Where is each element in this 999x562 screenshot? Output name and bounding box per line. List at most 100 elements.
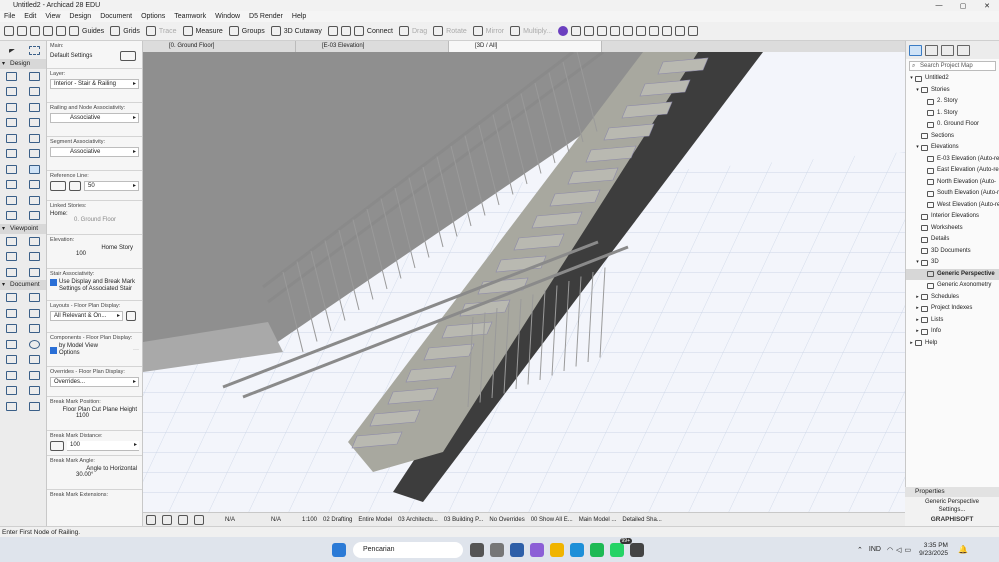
- menu-file[interactable]: File: [4, 13, 15, 20]
- polyline-tool-icon[interactable]: [0, 368, 23, 384]
- renovation-filter[interactable]: 00 Show All E...: [531, 517, 573, 523]
- home-icon[interactable]: [4, 26, 14, 36]
- menu-help[interactable]: Help: [292, 13, 306, 20]
- railing-settings-icon[interactable]: [120, 51, 136, 61]
- camera-icon[interactable]: [597, 26, 608, 36]
- fill-tool-icon[interactable]: [0, 399, 23, 415]
- pen-set[interactable]: 03 Architectu...: [398, 517, 438, 523]
- find-icon[interactable]: [340, 26, 351, 36]
- reference-offset-icon[interactable]: [69, 181, 81, 191]
- whatsapp-icon[interactable]: 99+: [610, 537, 632, 557]
- maximize-button[interactable]: ▢: [951, 2, 975, 10]
- system-tray-up-icon[interactable]: ⌃: [857, 546, 863, 554]
- circle-tool-icon[interactable]: [23, 337, 46, 353]
- groups-button[interactable]: Groups: [228, 26, 265, 36]
- menu-edit[interactable]: Edit: [24, 13, 36, 20]
- project-map-search[interactable]: Search Project Map: [909, 61, 996, 71]
- checkmark-icon[interactable]: [610, 26, 621, 36]
- railing-associativity-dropdown[interactable]: Associative: [50, 113, 139, 123]
- structure-filter[interactable]: Entire Model: [358, 517, 392, 523]
- publisher-icon[interactable]: [957, 44, 970, 56]
- 3d-style[interactable]: Detailed Sha...: [622, 517, 661, 523]
- project-map-item[interactable]: East Elevation (Auto-re: [906, 165, 999, 177]
- marquee-tool-icon[interactable]: [23, 43, 46, 59]
- angle-dimension-tool-icon[interactable]: [23, 306, 46, 322]
- expand-caret-icon[interactable]: ▾: [914, 142, 921, 154]
- label-tool-icon[interactable]: [23, 321, 46, 337]
- properties-header[interactable]: Properties: [905, 487, 999, 497]
- shell-tool-icon[interactable]: [0, 146, 23, 162]
- project-map-item[interactable]: South Elevation (Auto-r: [906, 188, 999, 200]
- undo-icon[interactable]: [17, 26, 27, 36]
- collapse-caret-icon[interactable]: ▸: [908, 338, 915, 350]
- windows-start-icon[interactable]: [332, 542, 346, 557]
- menu-window[interactable]: Window: [215, 13, 240, 20]
- slab-tool-icon[interactable]: [0, 100, 23, 116]
- inject-icon[interactable]: [56, 26, 66, 36]
- close-button[interactable]: ✕: [975, 2, 999, 10]
- redo-icon[interactable]: [30, 26, 40, 36]
- multiply-button[interactable]: Multiply...: [510, 26, 552, 36]
- spline-tool-icon[interactable]: [23, 368, 46, 384]
- expand-caret-icon[interactable]: ▾: [908, 73, 915, 85]
- layer-dropdown[interactable]: Interior - Stair & Railing: [50, 79, 139, 89]
- menu-d5-render[interactable]: D5 Render: [249, 13, 283, 20]
- language-indicator[interactable]: IND: [869, 546, 881, 553]
- project-map-item[interactable]: ▸ Lists: [906, 315, 999, 327]
- spotify-icon[interactable]: [590, 542, 604, 557]
- marker-tool-icon[interactable]: [0, 337, 23, 353]
- railing-tool-icon[interactable]: [23, 162, 46, 178]
- project-map-item[interactable]: ▸ Schedules: [906, 292, 999, 304]
- project-map-item[interactable]: 0. Ground Floor: [906, 119, 999, 131]
- project-map-item[interactable]: Sections: [906, 131, 999, 143]
- magic-wand-icon[interactable]: [327, 26, 338, 36]
- layout-book-icon[interactable]: [941, 44, 954, 56]
- tab-ground-floor[interactable]: [0. Ground Floor]: [143, 41, 296, 52]
- edge-icon[interactable]: [570, 542, 584, 557]
- battery-icon[interactable]: ▭: [904, 546, 911, 554]
- settings-icon[interactable]: [636, 26, 647, 36]
- morph-tool-icon[interactable]: [23, 146, 46, 162]
- pin-icon[interactable]: [675, 26, 686, 36]
- archicad-icon[interactable]: [510, 542, 524, 557]
- project-map-item[interactable]: West Elevation (Auto-re: [906, 200, 999, 212]
- archicad-taskbar-icon[interactable]: [630, 542, 644, 557]
- object-tool-icon[interactable]: [23, 131, 46, 147]
- project-map-item[interactable]: Details: [906, 234, 999, 246]
- minimize-button[interactable]: —: [927, 2, 951, 10]
- window-tool-icon[interactable]: [23, 115, 46, 131]
- layouts-dropdown[interactable]: All Relevant & On...: [50, 311, 123, 321]
- zoom-in-icon[interactable]: [178, 514, 188, 525]
- opening-tool-icon[interactable]: [23, 193, 46, 209]
- wifi-icon[interactable]: ◠: [887, 546, 893, 554]
- curtain-wall-grid-icon[interactable]: [0, 193, 23, 209]
- home-story-value[interactable]: 0. Ground Floor: [50, 217, 139, 223]
- project-map-item[interactable]: ▾ Elevations: [906, 142, 999, 154]
- settings-button[interactable]: Settings...: [905, 507, 999, 516]
- project-map-item[interactable]: ▸ Project Indexes: [906, 303, 999, 315]
- wall-tool-icon[interactable]: [0, 69, 23, 85]
- notifications-icon[interactable]: 🔔: [958, 545, 968, 554]
- volume-icon[interactable]: ◁: [896, 546, 901, 554]
- break-mark-distance-input[interactable]: 100: [67, 441, 139, 451]
- measure-button[interactable]: Measure: [182, 26, 223, 36]
- rotate-button[interactable]: Rotate: [433, 26, 467, 36]
- 3d-view-icon[interactable]: [571, 26, 582, 36]
- arc-tool-icon[interactable]: [23, 352, 46, 368]
- break-mark-height-input[interactable]: 1100: [50, 413, 139, 419]
- d5-render-icon[interactable]: [558, 26, 569, 36]
- pick-icon[interactable]: [43, 26, 53, 36]
- project-map-item[interactable]: 1. Story: [906, 108, 999, 120]
- toolbox-document-header[interactable]: Document: [0, 280, 46, 290]
- model-view-options[interactable]: 03 Building P...: [444, 517, 484, 523]
- break-mark-position-dropdown[interactable]: Floor Plan Cut Plane Height: [50, 407, 139, 413]
- drawing-tool-icon[interactable]: [23, 399, 46, 415]
- project-map-item[interactable]: 3D Documents: [906, 246, 999, 258]
- menu-design[interactable]: Design: [69, 13, 91, 20]
- door-tool-icon[interactable]: [0, 115, 23, 131]
- worksheet-tool-icon[interactable]: [23, 249, 46, 265]
- project-map-item[interactable]: E-03 Elevation (Auto-re: [906, 154, 999, 166]
- mep-tool-icon[interactable]: [23, 208, 46, 224]
- scale-na-2[interactable]: N/A: [256, 517, 296, 523]
- undo-view-icon[interactable]: [146, 514, 156, 525]
